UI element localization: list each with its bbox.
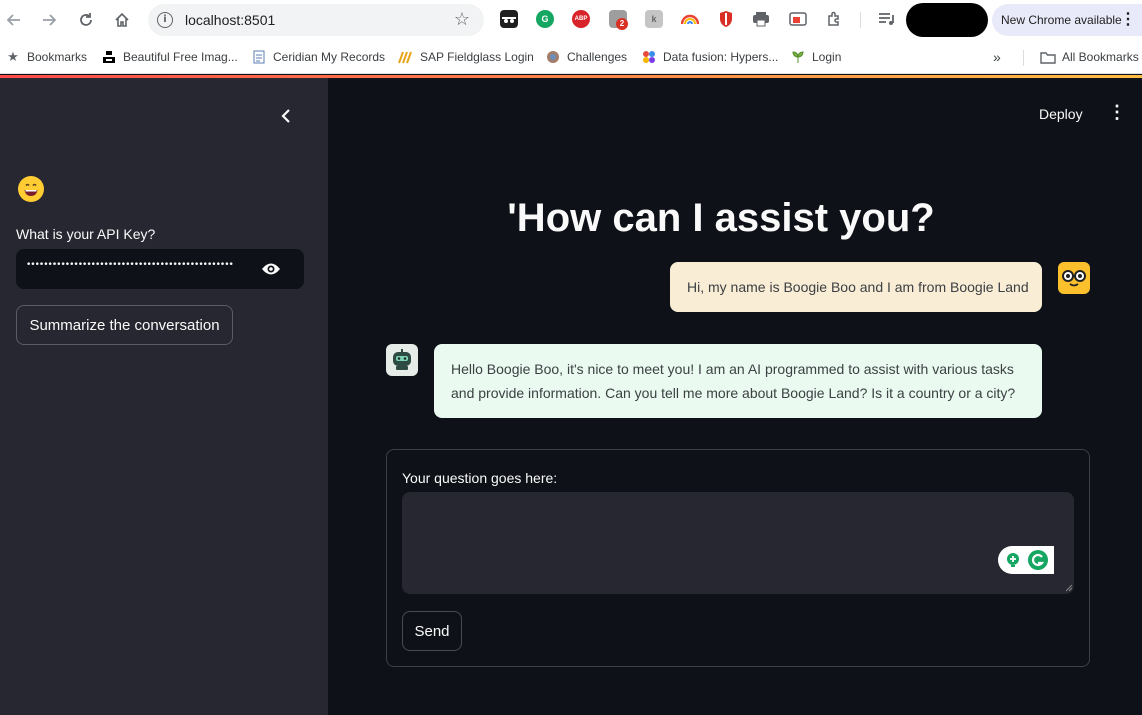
api-key-label: What is your API Key? — [16, 226, 156, 242]
nerd-face-icon — [1062, 270, 1086, 287]
bookmark-label: Data fusion: Hypers... — [663, 50, 779, 64]
bookmark-label: Challenges — [567, 50, 628, 64]
bookmarks-divider — [1023, 50, 1024, 66]
unknown-extension-icon[interactable]: k — [645, 10, 663, 28]
main-menu-icon[interactable]: ⋮ — [1108, 102, 1126, 123]
api-key-input[interactable]: ••••••••••••••••••••••••••••••••••••••••… — [16, 249, 304, 289]
sidebar: What is your API Key? ••••••••••••••••••… — [0, 78, 328, 715]
reload-icon[interactable] — [74, 8, 98, 32]
puzzle-badge-extension-icon[interactable]: 2 — [609, 10, 628, 30]
summarize-conversation-button[interactable]: Summarize the conversation — [16, 305, 233, 345]
bookmark-label: Beautiful Free Imag... — [123, 50, 238, 64]
robot-icon — [393, 349, 411, 370]
api-key-masked-value[interactable]: ••••••••••••••••••••••••••••••••••••••••… — [26, 260, 250, 270]
bookmark-ceridian[interactable]: Ceridian My Records — [251, 49, 385, 65]
grammarly-widget[interactable] — [998, 546, 1054, 574]
rainbow-extension-icon[interactable] — [681, 10, 699, 28]
new-chrome-available-button[interactable]: New Chrome available ⋮ — [992, 4, 1142, 36]
bookmark-challenges[interactable]: Challenges — [545, 49, 627, 65]
grammarly-suggestion-icon[interactable] — [1003, 550, 1023, 570]
chrome-menu-icon[interactable]: ⋮ — [1120, 4, 1136, 36]
deploy-button[interactable]: Deploy — [1039, 106, 1083, 122]
resize-handle-icon[interactable] — [1065, 584, 1073, 592]
bookmark-sap-fieldglass[interactable]: SAP Fieldglass Login — [398, 49, 534, 65]
bookmark-login[interactable]: Login — [790, 49, 841, 65]
question-label: Your question goes here: — [402, 470, 558, 486]
grammarly-logo-icon[interactable] — [1027, 549, 1049, 571]
profile-avatar[interactable] — [906, 3, 988, 37]
extensions-puzzle-icon[interactable] — [825, 10, 843, 28]
bookmarks-bar: ★ Bookmarks Beautiful Free Imag... Cerid… — [0, 40, 1142, 74]
document-icon — [251, 49, 267, 65]
abp-label: ABP — [574, 16, 588, 22]
adblock-extension-icon[interactable]: ABP — [572, 10, 590, 28]
forward-icon[interactable] — [37, 8, 61, 32]
question-textarea[interactable] — [402, 492, 1074, 594]
grinning-face-emoji — [18, 176, 44, 202]
bookmark-label: SAP Fieldglass Login — [420, 50, 534, 64]
eye-icon[interactable] — [261, 261, 281, 277]
assistant-message: Hello Boogie Boo, it's nice to meet you!… — [434, 344, 1042, 418]
screenshot-extension-icon[interactable] — [789, 10, 807, 28]
assistant-avatar — [386, 344, 418, 376]
bookmark-label: Bookmarks — [27, 50, 88, 64]
back-icon[interactable] — [2, 8, 26, 32]
send-button[interactable]: Send — [402, 611, 462, 651]
grammarly-extension-icon[interactable]: G — [536, 10, 554, 28]
extension-badge: 2 — [616, 18, 628, 30]
question-form: Your question goes here: Send — [386, 449, 1090, 667]
url-text[interactable]: localhost:8501 — [185, 12, 275, 28]
home-icon[interactable] — [110, 8, 134, 32]
media-queue-icon[interactable] — [878, 10, 896, 28]
incognito-extension-icon[interactable] — [500, 10, 518, 28]
bookmarks-overflow-button[interactable]: » — [993, 49, 1001, 65]
bookmark-bookmarks[interactable]: ★ Bookmarks — [5, 49, 87, 65]
globe-icon — [545, 49, 561, 65]
page-title: 'How can I assist you? — [507, 196, 935, 240]
main-panel: Deploy ⋮ 'How can I assist you? Hi, my n… — [328, 78, 1142, 715]
chevron-left-icon — [281, 109, 290, 123]
all-bookmarks-label: All Bookmarks — [1062, 50, 1139, 64]
bookmark-beautiful-free-images[interactable]: Beautiful Free Imag... — [101, 49, 238, 65]
new-chrome-label: New Chrome available — [1001, 13, 1122, 27]
fieldglass-icon — [398, 49, 414, 65]
address-bar[interactable]: i localhost:8501 ☆ — [148, 4, 484, 36]
shield-extension-icon[interactable] — [717, 10, 735, 28]
unsplash-icon — [101, 49, 117, 65]
toolbar-divider — [860, 12, 861, 28]
leaf-icon — [790, 49, 806, 65]
bookmark-star-icon[interactable]: ☆ — [454, 9, 470, 30]
star-icon: ★ — [7, 49, 19, 64]
print-extension-icon[interactable] — [752, 10, 770, 28]
bookmark-data-fusion[interactable]: Data fusion: Hypers... — [641, 49, 778, 65]
browser-toolbar: i localhost:8501 ☆ G ABP 2 k New Chrome … — [0, 0, 1142, 40]
folder-icon — [1040, 49, 1056, 65]
user-avatar — [1058, 262, 1090, 294]
collapse-sidebar-button[interactable] — [276, 106, 296, 126]
bookmark-label: Login — [812, 50, 842, 64]
user-message: Hi, my name is Boogie Boo and I am from … — [670, 262, 1042, 312]
all-bookmarks-button[interactable]: All Bookmarks — [1040, 49, 1139, 65]
bookmark-label: Ceridian My Records — [273, 50, 386, 64]
site-info-icon[interactable]: i — [157, 12, 173, 28]
overflow-icon: » — [993, 49, 1001, 65]
colorful-dots-icon — [641, 49, 657, 65]
